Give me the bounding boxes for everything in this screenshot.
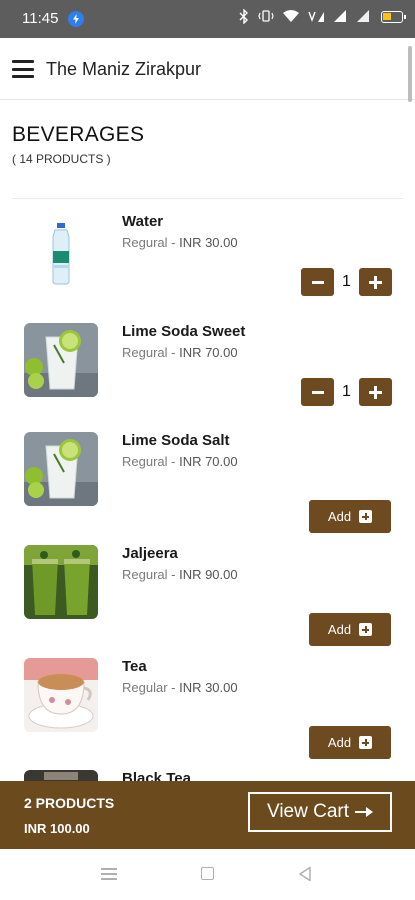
home-icon[interactable] (201, 867, 214, 880)
volte-icon (308, 9, 324, 25)
product-name: Lime Soda Sweet (122, 323, 246, 340)
add-label: Add (327, 509, 352, 524)
minus-icon (311, 280, 324, 284)
product-image (24, 213, 98, 287)
add-label: Add (327, 735, 352, 750)
product-item-tea: Tea Regular - INR 30.00 Add (0, 658, 415, 771)
wifi-icon (283, 9, 299, 25)
signal-icon (356, 9, 370, 25)
quantity-value: 1 (342, 383, 351, 400)
decrement-button[interactable] (301, 378, 334, 406)
product-price: Regural - INR 90.00 (122, 567, 238, 582)
scrollbar[interactable] (408, 46, 412, 102)
minus-icon (311, 390, 324, 394)
product-image (24, 658, 98, 732)
cart-total: INR 100.00 (24, 821, 90, 836)
cart-product-count: 2 PRODUCTS (24, 795, 115, 811)
product-image (24, 323, 98, 397)
product-item-lime-soda-salt: Lime Soda Salt Regural - INR 70.00 Add (0, 432, 415, 545)
quantity-value: 1 (342, 273, 351, 290)
signal-icon (333, 9, 347, 25)
arrow-right-icon (355, 806, 373, 818)
increment-button[interactable] (359, 378, 392, 406)
product-item-lime-soda-sweet: Lime Soda Sweet Regural - INR 70.00 1 (0, 323, 415, 436)
add-button[interactable]: Add (309, 613, 391, 646)
category-product-count: ( 14 PRODUCTS ) (12, 152, 111, 166)
status-icons (239, 8, 406, 25)
quantity-stepper: 1 (301, 268, 392, 296)
product-item-water: Water Regural - INR 30.00 1 (0, 213, 415, 326)
product-image (24, 432, 98, 506)
decrement-button[interactable] (301, 268, 334, 296)
quantity-stepper: 1 (301, 378, 392, 406)
divider (12, 198, 403, 199)
product-name: Lime Soda Salt (122, 432, 230, 449)
status-bar: 11:45 (0, 0, 415, 38)
vibrate-icon (258, 9, 274, 25)
increment-button[interactable] (359, 268, 392, 296)
product-image (24, 545, 98, 619)
product-name: Water (122, 213, 164, 230)
product-name: Jaljeera (122, 545, 178, 562)
view-cart-button[interactable]: View Cart (248, 792, 392, 832)
plus-icon (369, 385, 382, 399)
system-navigation-bar (0, 849, 415, 900)
product-price: Regular - INR 30.00 (122, 680, 238, 695)
view-cart-label: View Cart (266, 801, 349, 822)
plus-square-icon (359, 510, 373, 523)
add-button[interactable]: Add (309, 500, 391, 533)
plus-icon (369, 275, 382, 289)
battery-icon (381, 11, 406, 23)
messenger-icon (68, 11, 84, 27)
plus-square-icon (359, 623, 373, 636)
add-label: Add (327, 622, 352, 637)
recent-apps-icon[interactable] (101, 868, 117, 880)
category-title: BEVERAGES (12, 123, 145, 146)
product-item-jaljeera: Jaljeera Regural - INR 90.00 Add (0, 545, 415, 658)
product-price: Regural - INR 70.00 (122, 454, 238, 469)
product-price: Regural - INR 70.00 (122, 345, 238, 360)
status-time: 11:45 (22, 10, 59, 27)
app-title: The Maniz Zirakpur (46, 59, 202, 79)
back-icon[interactable] (298, 866, 312, 882)
cart-summary-bar: 2 PRODUCTS INR 100.00 View Cart (0, 781, 415, 849)
product-price: Regural - INR 30.00 (122, 235, 238, 250)
hamburger-menu-icon[interactable] (12, 60, 34, 78)
bluetooth-icon (239, 8, 249, 25)
add-button[interactable]: Add (309, 726, 391, 759)
plus-square-icon (359, 736, 373, 749)
product-name: Tea (122, 658, 147, 675)
app-header: The Maniz Zirakpur (0, 38, 415, 100)
